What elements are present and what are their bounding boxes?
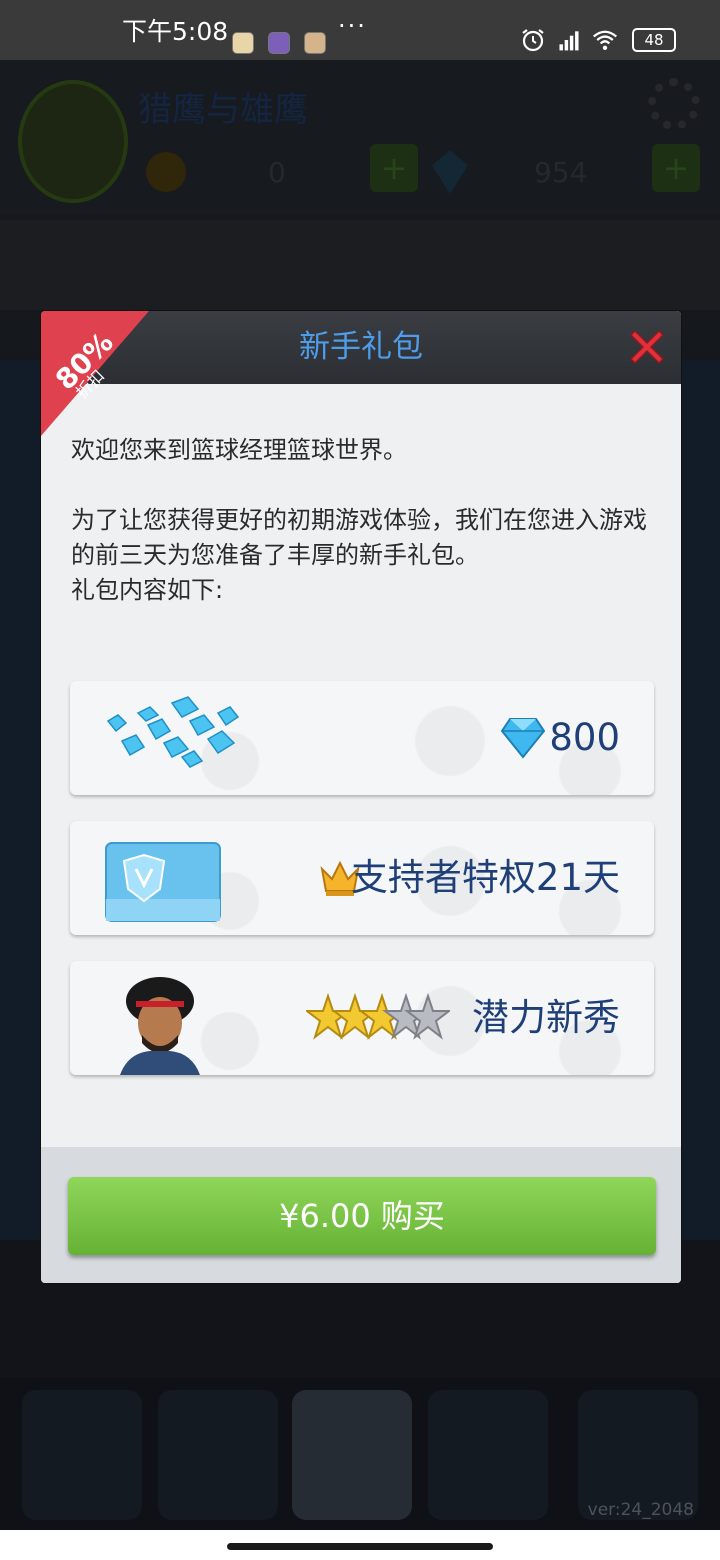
signal-icon: [559, 31, 579, 51]
buy-button[interactable]: ¥6.00 购买: [68, 1177, 656, 1255]
discount-ribbon: 80% 折扣: [41, 311, 151, 436]
star-rating-icon: [306, 993, 450, 1040]
diamond-icon: [500, 718, 546, 759]
home-indicator-bar: [0, 1530, 720, 1560]
reward-privilege-label: 支持者特权21天: [350, 856, 620, 899]
status-time: 下午5:08: [122, 17, 229, 46]
reward-diamonds-amount: 800: [549, 716, 620, 759]
reward-item-rookie: 潜力新秀: [70, 961, 654, 1075]
notification-app-icon: [268, 32, 290, 54]
diamond-pile-icon: [106, 696, 240, 768]
status-icons: 48: [520, 27, 676, 53]
notification-app-icon: [232, 32, 254, 54]
intro-line-3: 礼包内容如下:: [71, 576, 224, 604]
notification-icons: [232, 32, 326, 54]
reward-rookie-label: 潜力新秀: [472, 996, 620, 1039]
close-icon[interactable]: [625, 325, 669, 369]
wifi-icon: [593, 30, 617, 50]
starter-pack-dialog: 新手礼包 80% 折扣 欢迎您来到篮球经理篮球世界。 为了让您获得更好的初期游戏…: [41, 311, 681, 1283]
status-bar: 下午5:08 ··· 48: [0, 0, 720, 60]
dialog-message: 欢迎您来到篮球经理篮球世界。 为了让您获得更好的初期游戏体验，我们在您进入游戏的…: [71, 433, 661, 608]
reward-item-diamonds: 800: [70, 681, 654, 795]
battery-indicator: 48: [632, 28, 676, 52]
intro-line-2: 为了让您获得更好的初期游戏体验，我们在您进入游戏的前三天为您准备了丰厚的新手礼包…: [71, 506, 647, 569]
alarm-icon: [522, 29, 544, 52]
intro-line-1: 欢迎您来到篮球经理篮球世界。: [71, 436, 407, 464]
player-avatar: [120, 977, 200, 1075]
reward-item-privilege: 支持者特权21天: [70, 821, 654, 935]
notification-app-icon: [304, 32, 326, 54]
home-indicator[interactable]: [227, 1543, 493, 1550]
vip-card-icon: [105, 842, 221, 922]
more-notifications-icon: ···: [338, 12, 367, 40]
